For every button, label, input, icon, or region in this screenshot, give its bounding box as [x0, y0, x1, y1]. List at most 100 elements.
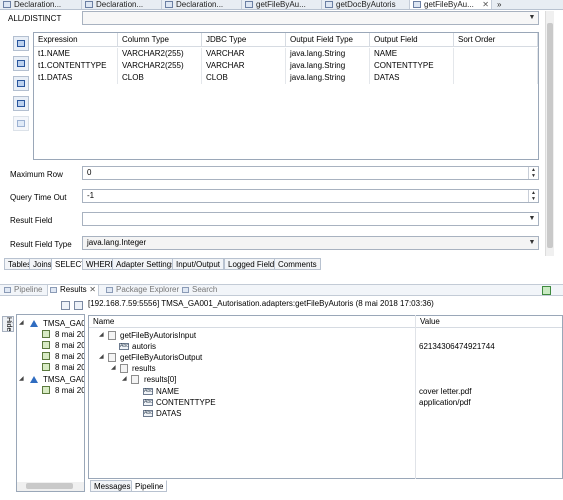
add-expression-button[interactable]: [13, 56, 29, 71]
xml-doc-icon: [131, 375, 139, 384]
tree-row-name[interactable]: Abc NAME cover letter.pdf: [89, 386, 562, 397]
tree-row-autoris[interactable]: Abc autoris 62134306474921744: [89, 341, 562, 352]
cell-column-type[interactable]: VARCHAR2(255): [118, 60, 202, 72]
cell-output-field-type[interactable]: java.lang.String: [286, 60, 370, 72]
cell-output-field[interactable]: DATAS: [370, 72, 454, 84]
cell-output-field-type[interactable]: java.lang.String: [286, 72, 370, 84]
expand-twisty-icon[interactable]: ◢: [99, 352, 105, 363]
cell-jdbc-type[interactable]: CLOB: [202, 72, 286, 84]
cell-sort-order[interactable]: [454, 48, 538, 60]
editor-tab-getfilebyau[interactable]: getFileByAu...: [242, 0, 322, 9]
cell-expression[interactable]: t1.NAME: [34, 48, 118, 60]
result-field-combo[interactable]: ▼: [82, 212, 539, 226]
search-icon: [182, 287, 189, 293]
package-explorer-icon: [106, 287, 113, 293]
add-expression-icon: [17, 60, 25, 67]
view-tab-package-explorer[interactable]: Package Explorer: [104, 285, 179, 296]
history-horizontal-scrollbar[interactable]: [17, 482, 84, 491]
col-header-jdbc-type[interactable]: JDBC Type: [202, 33, 286, 47]
spinner[interactable]: ▲ ▼: [528, 190, 538, 202]
add-column-button[interactable]: [13, 36, 29, 51]
move-up-button[interactable]: [13, 96, 29, 111]
col-header-output-field-type[interactable]: Output Field Type: [286, 33, 370, 47]
tree-row-results-0[interactable]: ◢ results[0]: [89, 374, 562, 385]
tree-row-output[interactable]: ◢ getFileByAutorisOutput: [89, 352, 562, 363]
col-header-column-type[interactable]: Column Type: [118, 33, 202, 47]
maximum-row-label: Maximum Row: [10, 170, 63, 179]
query-timeout-field[interactable]: -1 ▲ ▼: [82, 189, 539, 203]
tree-row-results[interactable]: ◢ results: [89, 363, 562, 374]
tab-adapter-settings[interactable]: Adapter Settings: [112, 258, 180, 270]
editor-tab-getdocbyautoris[interactable]: getDocByAutoris: [322, 0, 410, 9]
cell-output-field-type[interactable]: java.lang.String: [286, 48, 370, 60]
distinct-combo[interactable]: ▼: [82, 11, 539, 25]
col-header-value[interactable]: Value: [416, 316, 562, 328]
run-result-icon: [42, 352, 50, 360]
editor-tab-declaration-2[interactable]: Declaration...: [82, 0, 162, 9]
spin-down-icon: ▼: [531, 196, 536, 202]
page-icon: [85, 1, 93, 8]
move-up-icon: [17, 100, 25, 107]
xml-doc-icon: [108, 331, 116, 340]
editor-tab-getfilebyau-active[interactable]: getFileByAu... ✕: [410, 0, 492, 9]
adapter-icon: [245, 1, 253, 8]
expand-twisty-icon[interactable]: ◢: [19, 318, 25, 329]
expand-twisty-icon[interactable]: ◢: [19, 374, 25, 385]
cell-sort-order[interactable]: [454, 72, 538, 84]
tree-row-contenttype[interactable]: Abc CONTENTTYPE application/pdf: [89, 397, 562, 408]
tab-pipeline[interactable]: Pipeline: [131, 480, 168, 492]
editor-tab-declaration-3[interactable]: Declaration...: [162, 0, 242, 9]
delete-column-icon: [17, 80, 25, 87]
string-field-icon: Abc: [143, 388, 153, 395]
editor-tab-declaration-1[interactable]: Declaration...: [0, 0, 82, 9]
cell-expression[interactable]: t1.DATAS: [34, 72, 118, 84]
sql-panel-scrollbar[interactable]: [545, 11, 554, 256]
tab-comments[interactable]: Comments: [274, 258, 321, 270]
view-tab-results[interactable]: Results ✕: [47, 285, 99, 296]
result-field-type-combo[interactable]: java.lang.Integer ▼: [82, 236, 539, 250]
delete-column-button[interactable]: [13, 76, 29, 91]
tab-overflow-icon[interactable]: »: [494, 0, 508, 9]
chevron-down-icon[interactable]: ▼: [526, 213, 538, 225]
cell-expression[interactable]: t1.CONTENTTYPE: [34, 60, 118, 72]
collapse-all-icon[interactable]: [74, 301, 83, 310]
col-header-sort-order[interactable]: Sort Order: [454, 33, 538, 47]
spinner[interactable]: ▲ ▼: [528, 167, 538, 179]
chevron-down-icon[interactable]: ▼: [526, 237, 538, 249]
cell-sort-order[interactable]: [454, 60, 538, 72]
expand-twisty-icon[interactable]: ◢: [99, 330, 105, 341]
run-icon[interactable]: [542, 286, 551, 295]
cell-jdbc-type[interactable]: VARCHAR: [202, 48, 286, 60]
hide-history-button[interactable]: Hide: [2, 316, 14, 332]
view-tab-pipeline[interactable]: Pipeline: [2, 285, 42, 296]
col-header-expression[interactable]: Expression: [34, 33, 118, 47]
cell-column-type[interactable]: CLOB: [118, 72, 202, 84]
pipeline-icon: [4, 287, 11, 293]
scrollbar-thumb[interactable]: [547, 23, 553, 248]
pipeline-result-tree: Name Value ◢ getFileByAutorisInput Abc a…: [88, 315, 563, 479]
tree-row-datas[interactable]: Abc DATAS: [89, 408, 562, 419]
maximum-row-field[interactable]: 0 ▲ ▼: [82, 166, 539, 180]
tab-input-output[interactable]: Input/Output: [172, 258, 225, 270]
cell-output-field[interactable]: NAME: [370, 48, 454, 60]
col-header-name[interactable]: Name: [89, 316, 416, 328]
result-connection-label: [192.168.7.59:5556] TMSA_GA001_Autorisat…: [88, 299, 434, 308]
view-tab-search[interactable]: Search: [180, 285, 217, 296]
expand-twisty-icon[interactable]: ◢: [122, 374, 128, 385]
query-timeout-label: Query Time Out: [10, 193, 67, 202]
cell-column-type[interactable]: VARCHAR2(255): [118, 48, 202, 60]
page-icon: [3, 1, 11, 8]
cell-jdbc-type[interactable]: VARCHAR: [202, 60, 286, 72]
scrollbar-thumb[interactable]: [26, 483, 73, 489]
close-icon[interactable]: ✕: [482, 0, 489, 9]
expand-twisty-icon[interactable]: ◢: [111, 363, 117, 374]
close-icon[interactable]: ✕: [89, 285, 96, 295]
col-header-output-field[interactable]: Output Field: [370, 33, 454, 47]
tab-messages[interactable]: Messages: [90, 480, 135, 492]
xml-doc-icon: [108, 353, 116, 362]
chevron-down-icon[interactable]: ▼: [526, 12, 538, 24]
tree-row-input[interactable]: ◢ getFileByAutorisInput: [89, 330, 562, 341]
move-down-button[interactable]: [13, 116, 29, 131]
cell-output-field[interactable]: CONTENTTYPE: [370, 60, 454, 72]
expand-all-icon[interactable]: [61, 301, 70, 310]
